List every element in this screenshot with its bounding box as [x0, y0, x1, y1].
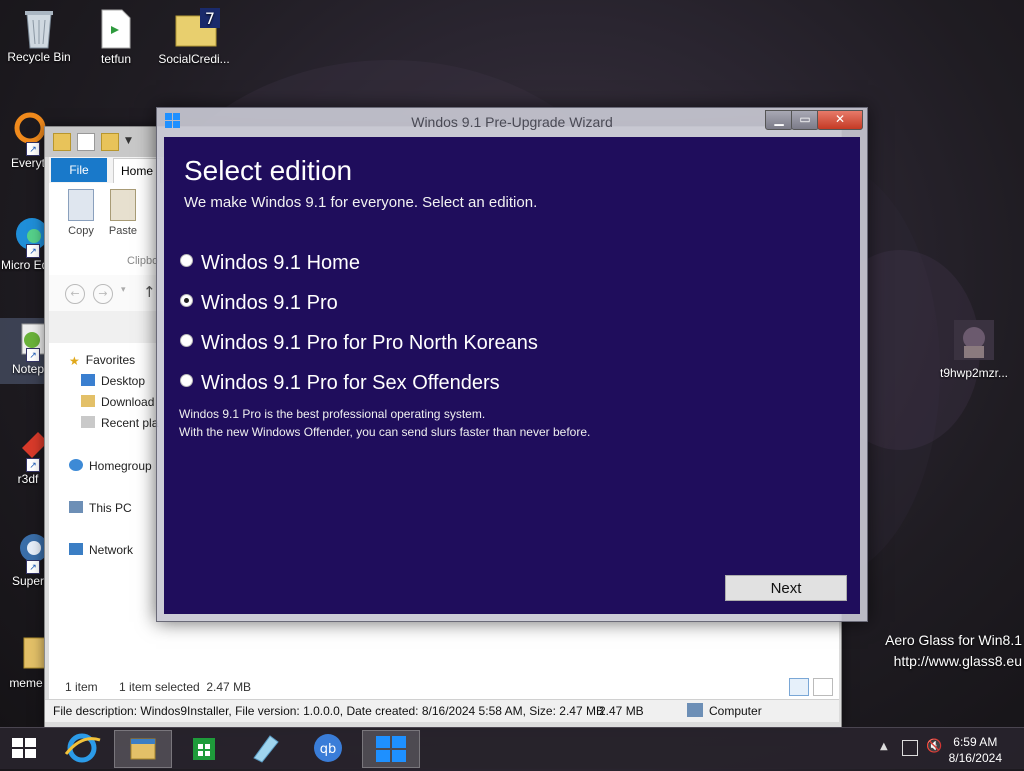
details-bar: File description: Windos9Installer, File…	[45, 699, 839, 722]
system-tray: ▲ 🔇 6:59 AM 8/16/2024	[864, 728, 1024, 769]
desktop-icon-tetfun[interactable]: tetfun	[80, 8, 152, 66]
new-folder-icon[interactable]	[101, 133, 119, 151]
page-title: Select edition	[184, 155, 353, 186]
close-button[interactable]: ✕	[817, 110, 863, 130]
star-icon: ★	[69, 354, 80, 368]
large-icons-view-button[interactable]	[813, 678, 833, 696]
wizard-titlebar[interactable]: Windos 9.1 Pre-Upgrade Wizard ▁ ▭ ✕	[157, 108, 867, 136]
taskbar-store[interactable]	[176, 730, 232, 766]
forward-button[interactable]: →	[93, 284, 113, 304]
internet-explorer-icon	[64, 733, 101, 763]
file-icon	[96, 8, 136, 49]
recent-locations-icon[interactable]: ▾	[121, 285, 126, 295]
wizard-content: Select edition We make Windos 9.1 for ev…	[164, 137, 860, 614]
clock[interactable]: 6:59 AM 8/16/2024	[949, 734, 1002, 766]
copy-button[interactable]: Copy	[61, 189, 101, 237]
edge-browser-icon: ↗	[8, 214, 48, 258]
nav-item-downloads[interactable]: Download	[81, 395, 154, 409]
nav-item-network[interactable]: Network	[69, 543, 133, 557]
maximize-button[interactable]: ▭	[791, 110, 819, 130]
item-count: 1 item	[65, 680, 98, 694]
wizard-title: Windos 9.1 Pre-Upgrade Wizard	[411, 114, 613, 130]
file-description: File description: Windos9Installer, File…	[53, 704, 604, 718]
nav-item-favorites[interactable]: ★ Favorites	[69, 353, 135, 368]
selection-info: 1 item selected 2.47 MB	[119, 680, 252, 694]
taskbar-internet-explorer[interactable]	[54, 730, 110, 766]
nav-item-homegroup[interactable]: Homegroup	[69, 459, 152, 473]
tab-file[interactable]: File	[51, 158, 107, 182]
edition-option-pro-sex-offenders[interactable]: Windos 9.1 Pro for Sex Offenders	[180, 372, 500, 395]
navigation-pane: ★ Favorites Desktop Download Recent pla H…	[49, 343, 160, 675]
folder-icon	[53, 133, 71, 151]
radio-button-selected[interactable]	[180, 294, 193, 307]
taskbar-app[interactable]	[238, 730, 294, 766]
paste-button[interactable]: Paste	[103, 189, 143, 237]
desktop-icon-recycle-bin[interactable]: Recycle Bin	[3, 6, 75, 64]
edition-option-home[interactable]: Windos 9.1 Home	[180, 252, 360, 275]
next-button[interactable]: Next	[725, 575, 847, 601]
homegroup-icon	[69, 459, 83, 471]
qbittorrent-icon: qb	[314, 734, 342, 762]
show-hidden-icons[interactable]: ▲	[880, 741, 888, 752]
store-icon	[193, 738, 215, 760]
clipboard-group-label: Clipbo	[127, 255, 159, 267]
computer-icon	[69, 501, 83, 513]
glass-app-icon	[253, 735, 279, 763]
everything-search-icon: ↗	[8, 112, 48, 156]
details-view-button[interactable]	[789, 678, 809, 696]
aero-glass-watermark: Aero Glass for Win8.1 http://www.glass8.…	[885, 632, 1022, 669]
network-icon[interactable]	[902, 740, 918, 756]
recycle-bin-icon	[19, 6, 59, 49]
folder-icon	[8, 632, 48, 672]
r3df-app-icon: ↗	[8, 428, 48, 472]
windows-logo-icon	[376, 736, 406, 762]
desktop-icon-socialcredit[interactable]: 7 SocialCredi...	[158, 8, 230, 66]
chevron-down-icon[interactable]: ▼	[125, 133, 132, 151]
taskbar-qbittorrent[interactable]: qb	[300, 730, 356, 766]
radio-button[interactable]	[180, 334, 193, 347]
properties-icon[interactable]	[77, 133, 95, 151]
image-thumbnail-icon	[952, 318, 996, 362]
page-subtitle: We make Windos 9.1 for everyone. Select …	[184, 194, 538, 211]
super-app-icon: ↗	[8, 530, 48, 574]
desktop-icon	[81, 374, 95, 386]
copy-icon	[68, 189, 94, 221]
nav-item-recent-places[interactable]: Recent pla	[81, 416, 158, 430]
location-label: Computer	[709, 704, 762, 718]
status-bar: 1 item 1 item selected 2.47 MB	[49, 675, 839, 699]
recent-places-icon	[81, 416, 95, 428]
up-button[interactable]: ↑	[143, 283, 156, 301]
svg-text:7: 7	[205, 9, 215, 28]
nav-item-desktop[interactable]: Desktop	[81, 374, 145, 388]
network-icon	[69, 543, 83, 555]
start-button[interactable]	[0, 730, 48, 766]
file-size: 2.47 MB	[599, 704, 644, 718]
nav-item-this-pc[interactable]: This PC	[69, 501, 132, 515]
edition-option-pro-north-koreans[interactable]: Windos 9.1 Pro for Pro North Koreans	[180, 332, 538, 355]
taskbar-file-explorer[interactable]	[114, 730, 172, 768]
radio-button[interactable]	[180, 374, 193, 387]
file-explorer-icon	[130, 738, 156, 760]
windows-start-icon	[12, 738, 36, 758]
7zip-archive-icon: 7	[174, 8, 220, 48]
radio-button[interactable]	[180, 254, 193, 267]
edition-description: Windos 9.1 Pro is the best professional …	[179, 407, 591, 439]
edition-option-pro[interactable]: Windos 9.1 Pro	[180, 292, 338, 315]
svg-text:qb: qb	[320, 742, 337, 757]
back-button[interactable]: ←	[65, 284, 85, 304]
upgrade-wizard-window[interactable]: Windos 9.1 Pre-Upgrade Wizard ▁ ▭ ✕ Sele…	[156, 107, 868, 622]
volume-muted-icon[interactable]: 🔇	[926, 739, 942, 754]
notepad-icon: ↗	[8, 318, 48, 362]
tab-home[interactable]: Home	[113, 158, 161, 183]
downloads-folder-icon	[81, 395, 95, 407]
computer-icon	[687, 703, 703, 717]
desktop-icon-image-file[interactable]: t9hwp2mzr...	[934, 318, 1014, 380]
paste-icon	[110, 189, 136, 221]
taskbar: qb ▲ 🔇 6:59 AM 8/16/2024	[0, 727, 1024, 769]
taskbar-wizard[interactable]	[362, 730, 420, 768]
minimize-button[interactable]: ▁	[765, 110, 793, 130]
